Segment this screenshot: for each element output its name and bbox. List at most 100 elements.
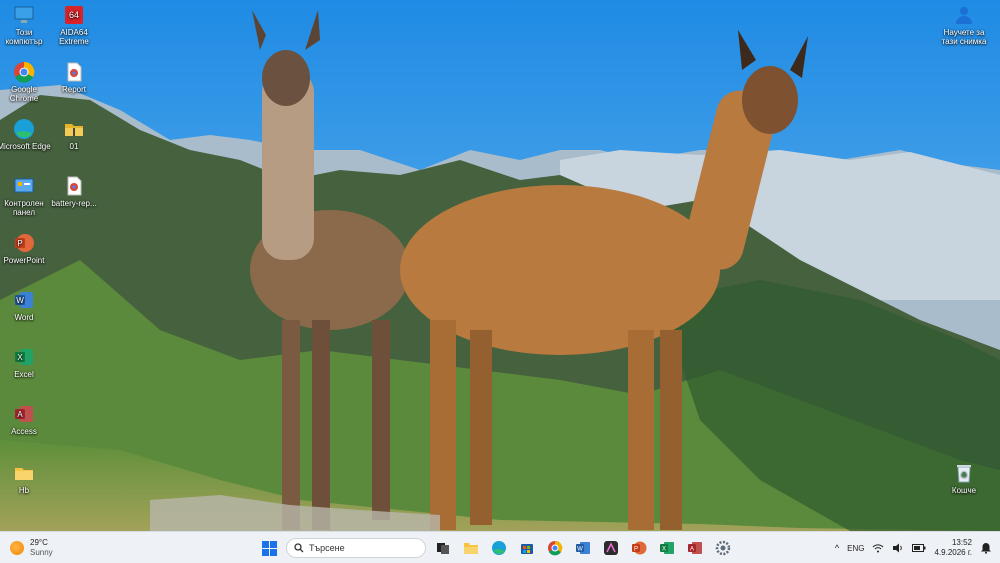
edge-button[interactable]	[488, 537, 510, 559]
snipping-tool-button[interactable]	[600, 537, 622, 559]
desktop-icon-learn-about-picture[interactable]: Научете за тази снимка	[937, 4, 991, 46]
svg-text:♻: ♻	[961, 471, 967, 479]
notification-bell-icon[interactable]	[980, 542, 992, 554]
search-placeholder: Търсене	[309, 543, 345, 553]
desktop-icon-microsoft-edge[interactable]: Microsoft Edge	[0, 118, 51, 151]
language-indicator[interactable]: ENG	[847, 544, 864, 553]
desktop-icon-label: Този компютър	[5, 28, 43, 46]
file-explorer-button[interactable]	[460, 537, 482, 559]
recycle-bin-icon: ♻	[957, 465, 971, 483]
svg-text:W: W	[16, 296, 24, 305]
taskbar-search-box[interactable]: Търсене	[286, 538, 426, 558]
svg-text:P: P	[17, 239, 22, 248]
desktop-icon-label: Google Chrome	[9, 85, 39, 103]
file-explorer-icon	[464, 543, 478, 554]
desktop-icon-label: Кошче	[951, 486, 977, 495]
monitor-icon	[14, 6, 34, 23]
search-icon	[294, 543, 304, 553]
windows-logo-icon	[261, 540, 277, 556]
desktop-icon-control-panel[interactable]: Контролен панел	[0, 175, 51, 217]
weather-widget[interactable]: 29°C Sunny	[10, 536, 53, 560]
chrome-icon	[548, 540, 563, 556]
chrome-icon	[14, 61, 35, 83]
desktop-icon-label: 01	[69, 142, 79, 151]
taskbar: 29°C Sunny Търсене W P X A ^ ENG 13:52 4…	[0, 531, 1000, 563]
volume-icon[interactable]	[892, 543, 904, 553]
access-icon: A	[688, 542, 702, 554]
desktop-icon-label: Hb	[18, 486, 30, 495]
powerpoint-icon: P	[15, 234, 34, 252]
weather-condition: Sunny	[30, 548, 53, 557]
svg-text:A: A	[17, 410, 23, 419]
desktop-icon-access[interactable]: A Access	[0, 403, 51, 436]
svg-text:W: W	[577, 547, 583, 553]
access-button[interactable]: A	[684, 537, 706, 559]
powerpoint-icon: P	[632, 541, 647, 555]
desktop-icon-powerpoint[interactable]: P PowerPoint	[0, 232, 51, 265]
desktop-icon-google-chrome[interactable]: Google Chrome	[0, 61, 51, 103]
desktop-icon-excel[interactable]: X Excel	[0, 346, 51, 379]
svg-text:X: X	[17, 353, 23, 362]
desktop-icon-word[interactable]: W Word	[0, 289, 51, 322]
settings-button[interactable]	[712, 537, 734, 559]
clock[interactable]: 13:52 4.9.2026 г.	[934, 538, 972, 558]
task-view-button[interactable]	[432, 537, 454, 559]
sun-icon	[10, 541, 24, 555]
chrome-button[interactable]	[544, 537, 566, 559]
clock-date: 4.9.2026 г.	[934, 548, 972, 557]
aida64-icon: 64	[65, 6, 83, 24]
folder-zip-icon	[65, 124, 83, 136]
desktop-icon-folder-hb[interactable]: Hb	[0, 462, 51, 495]
edge-icon	[14, 119, 34, 139]
desktop-icon-label: Контролен панел	[4, 199, 44, 217]
chrome-doc-icon	[67, 176, 82, 196]
word-icon: W	[15, 292, 33, 308]
word-button[interactable]: W	[572, 537, 594, 559]
svg-text:P: P	[634, 547, 638, 553]
desktop-icon-this-pc[interactable]: Този компютър	[0, 4, 51, 46]
folder-icon	[15, 468, 33, 480]
powerpoint-button[interactable]: P	[628, 537, 650, 559]
store-button[interactable]	[516, 537, 538, 559]
desktop-icon-battery-report[interactable]: battery-rep...	[47, 175, 101, 208]
wallpaper	[0, 0, 1000, 531]
chrome-doc-icon	[67, 62, 82, 82]
system-tray: ^ ENG 13:52 4.9.2026 г.	[835, 536, 992, 560]
desktop-icon-folder-01[interactable]: 01	[47, 118, 101, 151]
clock-time: 13:52	[951, 538, 972, 547]
task-view-icon	[437, 543, 449, 554]
snip-icon	[604, 541, 618, 555]
word-icon: W	[576, 542, 590, 554]
taskbar-pinned-apps: Търсене W P X A	[258, 536, 734, 560]
wifi-icon[interactable]	[872, 543, 884, 553]
desktop-icon-label: Excel	[14, 370, 34, 379]
svg-text:X: X	[662, 547, 666, 553]
access-icon: A	[15, 406, 33, 422]
desktop-icon-label: Access	[11, 427, 37, 436]
show-hidden-icons-chevron-up-icon[interactable]: ^	[835, 543, 839, 553]
store-icon	[521, 544, 533, 554]
control-panel-icon	[14, 178, 34, 193]
desktop-icon-label: Report	[61, 85, 86, 94]
excel-button[interactable]: X	[656, 537, 678, 559]
desktop-icon-report[interactable]: Report	[47, 61, 101, 94]
desktop-icon-recycle-bin[interactable]: ♻ Кошче	[937, 462, 991, 495]
weather-temperature: 29°C	[30, 538, 48, 547]
desktop-icon-label: AIDA64 Extreme	[59, 28, 89, 46]
battery-icon[interactable]	[912, 544, 926, 552]
info-person-icon	[956, 7, 972, 24]
settings-icon	[715, 540, 731, 556]
desktop-icon-label: PowerPoint	[3, 256, 45, 265]
svg-text:64: 64	[69, 10, 79, 20]
desktop-icon-label: battery-rep...	[51, 199, 97, 208]
excel-icon: X	[15, 349, 33, 365]
desktop-icon-label: Microsoft Edge	[0, 142, 51, 151]
desktop-icon-label: Научете за тази снимка	[941, 28, 987, 46]
desktop-icon-label: Word	[14, 313, 34, 322]
edge-icon	[492, 541, 506, 555]
start-button[interactable]	[258, 537, 280, 559]
desktop: Този компютър Google Chrome Microsoft Ed…	[0, 0, 1000, 531]
excel-icon: X	[660, 542, 674, 554]
svg-text:A: A	[690, 547, 694, 553]
desktop-icon-aida64[interactable]: 64 AIDA64 Extreme	[47, 4, 101, 46]
